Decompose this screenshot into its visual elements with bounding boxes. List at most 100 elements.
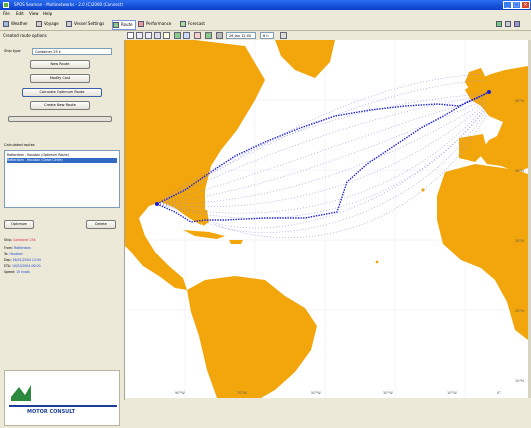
performance-icon (138, 21, 144, 27)
modify-cost-button[interactable]: Modify Cost (30, 74, 90, 83)
info-row: Speed: 15 knots (4, 270, 30, 275)
vessel-tab[interactable]: Vessel Settings (66, 20, 104, 28)
info-value: 15 knots (16, 270, 30, 274)
lon-label: 50°W (311, 391, 321, 395)
weather-icon (3, 21, 9, 27)
port-houston[interactable] (155, 202, 159, 206)
waypoint-icon[interactable] (194, 32, 201, 39)
play-icon[interactable] (205, 32, 212, 39)
info-row: Ship: Container 25k (4, 238, 36, 243)
port-rotterdam[interactable] (487, 90, 491, 94)
forecast-tab-label: Forecast (188, 21, 205, 26)
create-route-button[interactable]: Create New Route (30, 101, 90, 110)
info-key: From: (4, 246, 13, 250)
globe-icon[interactable] (496, 21, 502, 27)
voyage-icon (36, 21, 42, 27)
lat-label: 40°N (515, 169, 524, 173)
routes-list[interactable]: Rotterdam - Houston (Optimum Route) Rott… (4, 150, 120, 208)
map-toolbar: Created route options 26 Jan 12:00 6 h (0, 31, 531, 40)
lon-label: 0° (497, 391, 501, 395)
refresh-icon[interactable] (280, 32, 287, 39)
land-cape-verde (375, 260, 379, 264)
info-row: Dep: 26/01/2004 12:00 (4, 258, 41, 263)
info-value: Container 25k (13, 238, 36, 242)
info-row: From: Rotterdam (4, 246, 31, 251)
lon-label: 70°W (237, 391, 247, 395)
info-key: Speed: (4, 270, 16, 274)
main-toolbar: Weather Voyage Vessel Settings Route Per… (0, 18, 531, 31)
app-window: SPOS Seaman - Multinetworks - 2.0 (C)200… (0, 0, 531, 426)
lat-label: 20°N (515, 309, 524, 313)
settings-icon[interactable] (514, 21, 520, 27)
route-tab-label: Route (121, 22, 133, 27)
route-icon (113, 22, 119, 28)
lon-label: 10°W (447, 391, 457, 395)
calculate-route-button[interactable]: Calculate Optimum Route (22, 88, 102, 97)
measure-icon[interactable] (163, 32, 170, 39)
logo-rule (9, 405, 117, 407)
grid-icon[interactable] (183, 32, 190, 39)
calculated-routes-label: Calculated routes (4, 143, 35, 147)
menu-help[interactable]: Help (43, 11, 52, 16)
help-icon[interactable] (505, 21, 511, 27)
lat-label: 30°N (515, 239, 524, 243)
logo-text: MOTOR CONSULT (27, 409, 76, 415)
left-panel: Ship type Container 25 k New Route Modif… (0, 40, 125, 426)
delete-button[interactable]: Delete (86, 220, 116, 229)
route-item-great-circle[interactable]: Rotterdam - Houston (Great Circle) (7, 158, 117, 163)
logo-graphic (9, 385, 117, 407)
route-tab[interactable]: Route (112, 20, 136, 30)
lat-label: 10°N (515, 379, 524, 383)
maximize-button[interactable]: □ (512, 1, 521, 9)
pan-icon[interactable] (154, 32, 161, 39)
menu-edit[interactable]: Edit (16, 11, 24, 16)
info-row: ETA: 10/02/2004 06:00 (4, 264, 41, 269)
vessel-icon (66, 21, 72, 27)
performance-tab[interactable]: Performance (138, 20, 171, 28)
performance-tab-label: Performance (146, 21, 172, 26)
zoom-in-icon[interactable] (136, 32, 143, 39)
date-select[interactable]: 26 Jan 12:00 (226, 32, 256, 39)
vessel-tab-label: Vessel Settings (74, 21, 105, 26)
weather-tab-label: Weather (11, 21, 28, 26)
minimize-button[interactable]: _ (503, 1, 512, 9)
optimize-button[interactable]: Optimize (4, 220, 34, 229)
weather-tab[interactable]: Weather (3, 20, 28, 28)
voyage-tab-label: Voyage (44, 21, 59, 26)
layer-icon[interactable] (174, 32, 181, 39)
lat-label: 50°N (515, 99, 524, 103)
logo-mark (11, 385, 31, 401)
info-value: Rotterdam (14, 246, 31, 250)
menu-view[interactable]: View (29, 11, 39, 16)
zoom-out-icon[interactable] (145, 32, 152, 39)
info-key: Ship: (4, 238, 13, 242)
info-key: To: (4, 252, 9, 256)
map-view[interactable]: 90°W 70°W 50°W 30°W 10°W 0° 50°N 40°N 30… (125, 40, 528, 398)
info-row: To: Houston (4, 252, 23, 257)
ship-type-dropdown[interactable]: Container 25 k (32, 48, 112, 55)
info-key: ETA: (4, 264, 11, 268)
menu-file[interactable]: File (3, 11, 10, 16)
new-route-button[interactable]: New Route (30, 60, 90, 69)
pointer-icon[interactable] (127, 32, 134, 39)
route-options-label: Created route options (3, 33, 47, 38)
ship-type-label: Ship type (4, 49, 21, 53)
close-button[interactable]: × (521, 1, 530, 9)
company-logo: MOTOR CONSULT (4, 370, 120, 426)
time-icon[interactable] (216, 32, 223, 39)
info-value: 26/01/2004 12:00 (12, 258, 42, 262)
lon-label: 30°W (383, 391, 393, 395)
info-value: Houston (9, 252, 23, 256)
map-canvas[interactable]: 90°W 70°W 50°W 30°W 10°W 0° 50°N 40°N 30… (125, 40, 528, 398)
forecast-icon (180, 21, 186, 27)
land-hispaniola (229, 240, 243, 244)
app-icon (3, 2, 9, 8)
lon-label: 90°W (175, 391, 185, 395)
voyage-tab[interactable]: Voyage (36, 20, 59, 28)
separator-bar (8, 116, 112, 122)
info-key: Dep: (4, 258, 12, 262)
title-bar: SPOS Seaman - Multinetworks - 2.0 (C)200… (0, 0, 531, 10)
step-select[interactable]: 6 h (260, 32, 274, 39)
forecast-tab[interactable]: Forecast (180, 20, 205, 28)
info-value: 10/02/2004 06:00 (11, 264, 41, 268)
